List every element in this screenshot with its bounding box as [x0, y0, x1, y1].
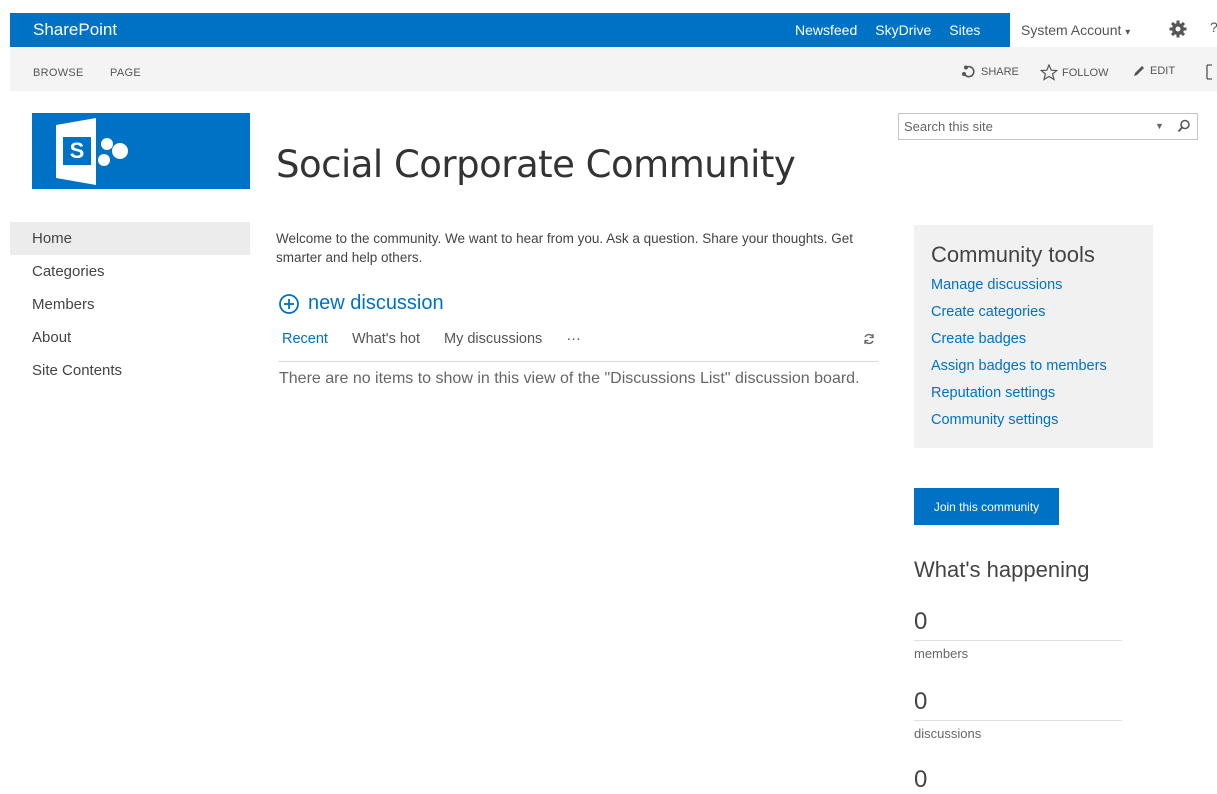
nav-item-categories[interactable]: Categories [10, 255, 250, 288]
logo-letter: S [70, 138, 85, 163]
empty-view-message: There are no items to show in this view … [279, 370, 860, 387]
nav-item-about[interactable]: About [10, 321, 250, 354]
community-settings-link[interactable]: Community settings [931, 412, 1107, 439]
stat-value: 0 [914, 688, 928, 715]
focus-icon[interactable] [1206, 64, 1217, 80]
sharepoint-logo-icon: S [56, 118, 128, 185]
more-views-ellipsis[interactable]: ··· [566, 331, 581, 347]
manage-discussions-link[interactable]: Manage discussions [931, 277, 1107, 304]
follow-label: FOLLOW [1062, 66, 1109, 79]
quick-launch-nav: Home Categories Members About Site Conte… [10, 222, 250, 387]
search-icon[interactable] [1177, 119, 1191, 133]
stat-label: members [914, 646, 969, 661]
star-icon [1040, 64, 1058, 81]
chevron-down-icon: ▾ [1125, 27, 1131, 38]
site-logo[interactable]: S [32, 113, 250, 189]
stat-discussions: 0 discussions [914, 688, 1122, 741]
new-discussion-link[interactable]: new discussion [278, 292, 444, 315]
create-categories-link[interactable]: Create categories [931, 304, 1107, 331]
suite-bar: SharePoint Newsfeed SkyDrive Sites Syste… [10, 13, 1217, 47]
search-scope-dropdown-icon[interactable]: ▼ [1155, 121, 1164, 131]
stat-divider [914, 720, 1122, 721]
share-button[interactable]: SHARE [961, 64, 1019, 80]
suite-link-sites[interactable]: Sites [940, 13, 989, 47]
stat-divider [914, 640, 1122, 641]
account-name: System Account [1021, 22, 1122, 38]
refresh-icon[interactable] [862, 332, 876, 346]
stat-third: 0 [914, 766, 1122, 794]
help-icon[interactable]: ? [1210, 19, 1217, 35]
tab-browse[interactable]: BROWSE [33, 67, 84, 79]
account-menu[interactable]: System Account ▾ [1021, 22, 1130, 38]
edit-button[interactable]: EDIT [1132, 64, 1175, 78]
nav-item-members[interactable]: Members [10, 288, 250, 321]
tab-recent[interactable]: Recent [282, 331, 328, 347]
stat-label: discussions [914, 726, 982, 741]
follow-button[interactable]: FOLLOW [1040, 64, 1108, 81]
nav-item-home[interactable]: Home [10, 222, 250, 255]
share-label: SHARE [981, 66, 1019, 78]
ribbon: BROWSE PAGE SHARE FOLLOW EDIT [10, 47, 1217, 91]
whats-happening-title: What's happening [914, 557, 1090, 582]
search-input[interactable] [904, 119, 1134, 134]
tab-my-discussions[interactable]: My discussions [444, 331, 542, 347]
search-box: ▼ [898, 113, 1198, 140]
edit-label: EDIT [1150, 65, 1176, 77]
create-badges-link[interactable]: Create badges [931, 331, 1107, 358]
assign-badges-link[interactable]: Assign badges to members [931, 358, 1107, 385]
suite-link-newsfeed[interactable]: Newsfeed [786, 13, 866, 47]
reputation-settings-link[interactable]: Reputation settings [931, 385, 1107, 412]
account-area: System Account ▾ ? [1010, 13, 1217, 47]
stat-value: 0 [914, 608, 928, 635]
add-circle-icon [279, 293, 299, 314]
stat-members: 0 members [914, 608, 1122, 661]
nav-item-site-contents[interactable]: Site Contents [10, 354, 250, 387]
stat-value: 0 [914, 766, 928, 793]
pencil-icon [1134, 66, 1144, 76]
new-discussion-label: new discussion [308, 292, 444, 314]
gear-icon[interactable] [1168, 19, 1188, 39]
welcome-text: Welcome to the community. We want to hea… [276, 231, 854, 265]
suite-links: Newsfeed SkyDrive Sites [786, 13, 989, 47]
community-tools-links: Manage discussions Create categories Cre… [931, 277, 1107, 439]
tabs-divider [278, 361, 878, 362]
site-title[interactable]: Social Corporate Community [276, 143, 796, 186]
join-community-button[interactable]: Join this community [914, 488, 1059, 525]
discussion-view-tabs: Recent What's hot My discussions ··· [282, 331, 605, 347]
community-tools-title: Community tools [931, 242, 1095, 267]
tab-page[interactable]: PAGE [110, 67, 141, 79]
tab-whats-hot[interactable]: What's hot [352, 331, 420, 347]
suite-link-skydrive[interactable]: SkyDrive [866, 13, 940, 47]
community-tools-panel: Community tools Manage discussions Creat… [914, 225, 1153, 448]
share-icon [962, 65, 975, 78]
sharepoint-brand[interactable]: SharePoint [33, 20, 117, 40]
